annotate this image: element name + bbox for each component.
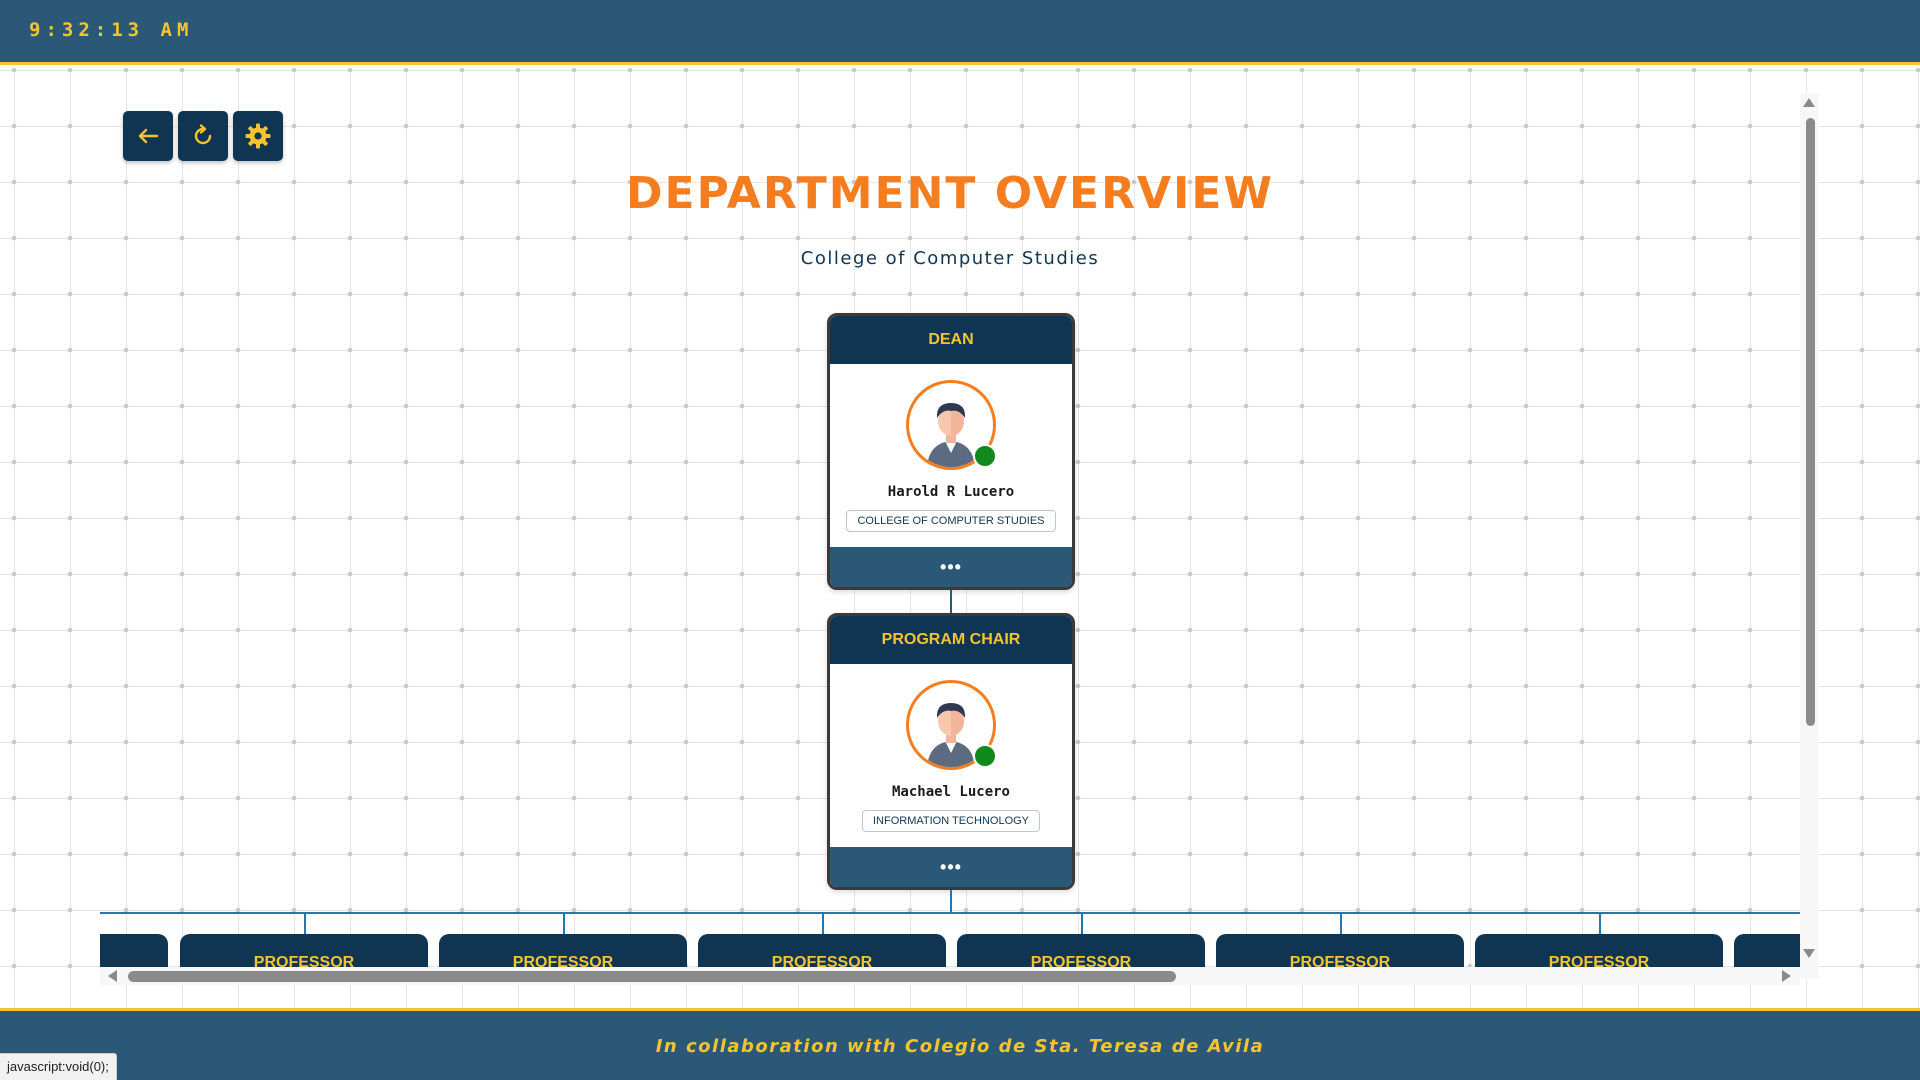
branch-tick bbox=[1340, 912, 1342, 934]
scroll-left-arrow-icon[interactable] bbox=[108, 970, 117, 982]
branch-tick bbox=[304, 912, 306, 934]
branch-tick bbox=[1081, 912, 1083, 934]
professor-card[interactable]: PROFESSOR bbox=[439, 934, 687, 967]
professor-card[interactable]: PROFESSOR bbox=[1216, 934, 1464, 967]
professor-card[interactable] bbox=[100, 934, 168, 967]
footer: In collaboration with Colegio de Sta. Te… bbox=[0, 1008, 1920, 1080]
scroll-right-arrow-icon[interactable] bbox=[1782, 970, 1791, 982]
professor-card[interactable] bbox=[1734, 934, 1800, 967]
vertical-scrollbar-thumb[interactable] bbox=[1806, 118, 1815, 726]
professor-card[interactable]: PROFESSOR bbox=[957, 934, 1205, 967]
scroll-up-arrow-icon[interactable] bbox=[1803, 98, 1815, 107]
org-chart-canvas: DEPARTMENT OVERVIEW College of Computer … bbox=[0, 68, 1920, 1008]
top-bar: 9:32:13 AM bbox=[0, 0, 1920, 65]
clock: 9:32:13 AM bbox=[29, 19, 194, 41]
professor-row-viewport: PROFESSOR PROFESSOR PROFESSOR PROFESSOR … bbox=[100, 68, 1800, 967]
browser-status-url: javascript:void(0); bbox=[0, 1053, 117, 1080]
footer-credit: In collaboration with Colegio de Sta. Te… bbox=[655, 1036, 1265, 1057]
horizontal-scrollbar-thumb[interactable] bbox=[128, 971, 1176, 982]
scroll-down-arrow-icon[interactable] bbox=[1803, 949, 1815, 958]
professor-card[interactable]: PROFESSOR bbox=[698, 934, 946, 967]
branch-tick bbox=[822, 912, 824, 934]
professor-card[interactable]: PROFESSOR bbox=[180, 934, 428, 967]
branch-tick bbox=[1599, 912, 1601, 934]
branch-tick bbox=[563, 912, 565, 934]
professor-branch-line bbox=[100, 912, 1800, 914]
professor-card[interactable]: PROFESSOR bbox=[1475, 934, 1723, 967]
